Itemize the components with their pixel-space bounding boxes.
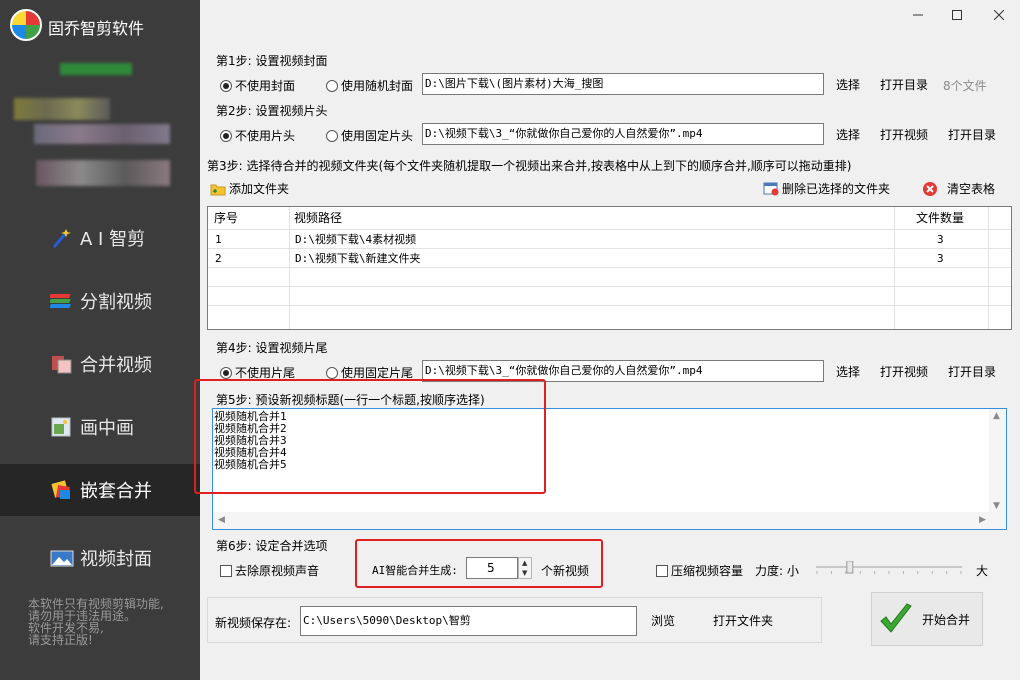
column-header-count[interactable]: 文件数量 (916, 207, 964, 229)
blurred-account-info (60, 63, 132, 75)
app-logo (10, 9, 42, 41)
sidebar-item-split-video[interactable]: 分割视频 (0, 275, 200, 327)
table-row-index[interactable]: 1 (215, 230, 222, 249)
step1-label: 第1步: 设置视频封面 (216, 54, 328, 68)
outro-select-button[interactable]: 选择 (836, 364, 860, 380)
cover-file-count: 8个文件 (943, 79, 987, 93)
sidebar-item-nested-merge[interactable]: 嵌套合并 (0, 464, 200, 516)
scroll-down-icon[interactable]: ▼ (993, 501, 1000, 511)
sidebar-item-video-cover[interactable]: 视频封面 (0, 532, 200, 584)
scroll-left-icon[interactable]: ◀ (218, 515, 225, 525)
step2-label: 第2步: 设置视频片头 (216, 104, 328, 118)
clear-red-x-icon (923, 182, 937, 196)
intro-path-input[interactable]: D:\视频下载\3_“你就做你自己爱你的人自然爱你”.mp4 (422, 123, 824, 145)
column-header-path[interactable]: 视频路径 (294, 207, 342, 229)
maximize-button[interactable] (946, 6, 968, 26)
clear-table-button[interactable]: 清空表格 (922, 181, 995, 197)
delete-folder-button[interactable]: 删除已选择的文件夹 (763, 181, 890, 197)
intro-select-button[interactable]: 选择 (836, 127, 860, 143)
cover-path-input[interactable]: D:\图片下载\(图片素材)大海_搜图 (422, 73, 824, 95)
cover-open-dir-button[interactable]: 打开目录 (880, 77, 928, 93)
sidebar-item-label: 视频封面 (80, 549, 152, 570)
table-row-path[interactable]: D:\视频下载\4素材视频 (295, 230, 416, 249)
radio-dot (326, 79, 338, 92)
start-merge-button[interactable]: 开始合并 (871, 592, 983, 646)
sidebar: 固乔智剪软件 A I 智剪 分割视频 合并视频 画中画 嵌套合并 视频封面 本软… (0, 0, 200, 680)
folder-table[interactable]: 序号 视频路径 文件数量 1 D:\视频下载\4素材视频 3 2 D:\视频下载… (207, 206, 1012, 330)
app-title: 固乔智剪软件 (48, 19, 145, 38)
blurred-account-info (36, 160, 170, 186)
radio-dot (326, 129, 338, 142)
close-icon (993, 9, 1005, 21)
radio-dot (220, 366, 232, 379)
green-check-icon (880, 603, 912, 633)
split-film-icon (49, 290, 74, 312)
step3-label: 第3步: 选择待合并的视频文件夹(每个文件夹随机提取一个视频出来合并,按表格中从… (207, 159, 852, 173)
outro-open-dir-button[interactable]: 打开目录 (948, 364, 996, 380)
blurred-account-info (34, 124, 170, 144)
sidebar-note: 本软件只有视频剪辑功能, 请勿用于违法用途。 软件开发不易, 请支持正版! (28, 597, 164, 647)
sidebar-item-picture-in-picture[interactable]: 画中画 (0, 401, 200, 453)
minimize-button[interactable] (907, 6, 929, 26)
cover-image-icon (50, 547, 74, 569)
radio-dot (220, 129, 232, 142)
delete-window-icon (763, 182, 779, 196)
checkbox-box (220, 564, 232, 577)
sidebar-item-ai-cut[interactable]: A I 智剪 (0, 212, 200, 264)
add-folder-button[interactable]: 添加文件夹 (210, 181, 289, 197)
checkbox-box (656, 564, 668, 577)
intro-open-video-button[interactable]: 打开视频 (880, 127, 928, 143)
highlight-box-titles (194, 379, 546, 494)
sidebar-item-label: 嵌套合并 (80, 481, 152, 502)
compress-video-checkbox[interactable]: 压缩视频容量 (656, 562, 743, 579)
scroll-right-icon[interactable]: ▶ (979, 515, 986, 525)
magic-wand-icon (50, 227, 74, 249)
save-path-input[interactable]: C:\Users\5090\Desktop\智剪 (300, 606, 637, 636)
remove-audio-checkbox[interactable]: 去除原视频声音 (220, 562, 319, 579)
step2-no-intro-radio[interactable]: 不使用片头 (220, 127, 295, 144)
horizontal-scrollbar[interactable]: ◀ ▶ (213, 512, 1006, 529)
vertical-scrollbar[interactable]: ▲ ▼ (989, 409, 1006, 513)
intro-open-dir-button[interactable]: 打开目录 (948, 127, 996, 143)
table-row-count[interactable]: 3 (937, 249, 944, 268)
maximize-icon (952, 10, 962, 20)
scroll-up-icon[interactable]: ▲ (993, 411, 1000, 421)
radio-dot (326, 366, 338, 379)
step1-random-cover-radio[interactable]: 使用随机封面 (326, 77, 413, 94)
compression-strength-slider[interactable] (814, 560, 964, 575)
step6-label: 第6步: 设定合并选项 (216, 539, 328, 553)
step4-label: 第4步: 设置视频片尾 (216, 341, 328, 355)
table-row-index[interactable]: 2 (215, 249, 222, 268)
picture-in-picture-icon (50, 416, 74, 438)
save-label: 新视频保存在: (215, 616, 292, 630)
open-folder-button[interactable]: 打开文件夹 (713, 613, 773, 629)
sidebar-item-label: 合并视频 (80, 355, 152, 376)
blurred-account-info (14, 98, 110, 120)
close-button[interactable] (988, 6, 1010, 26)
step1-no-cover-radio[interactable]: 不使用封面 (220, 77, 295, 94)
minimize-icon (913, 14, 923, 16)
sidebar-item-merge-video[interactable]: 合并视频 (0, 338, 200, 390)
sidebar-item-label: A I 智剪 (80, 229, 146, 250)
table-row-path[interactable]: D:\视频下载\新建文件夹 (295, 249, 421, 268)
browse-button[interactable]: 浏览 (651, 613, 675, 629)
radio-dot (220, 79, 232, 92)
nested-merge-icon (50, 479, 74, 501)
column-header-index[interactable]: 序号 (214, 207, 238, 229)
outro-open-video-button[interactable]: 打开视频 (880, 364, 928, 380)
highlight-box-merge-count (355, 539, 603, 588)
strength-max-label: 大 (976, 564, 989, 578)
table-row-count[interactable]: 3 (937, 230, 944, 249)
merge-film-icon (50, 353, 74, 375)
sidebar-item-label: 画中画 (80, 418, 134, 439)
cover-select-button[interactable]: 选择 (836, 77, 860, 93)
sidebar-item-label: 分割视频 (80, 292, 152, 313)
folder-add-icon (210, 184, 226, 196)
step2-fixed-intro-radio[interactable]: 使用固定片头 (326, 127, 413, 144)
main-panel: 第1步: 设置视频封面 不使用封面 使用随机封面 D:\图片下载\(图片素材)大… (194, 0, 1020, 680)
strength-label: 力度: 小 (755, 564, 799, 578)
